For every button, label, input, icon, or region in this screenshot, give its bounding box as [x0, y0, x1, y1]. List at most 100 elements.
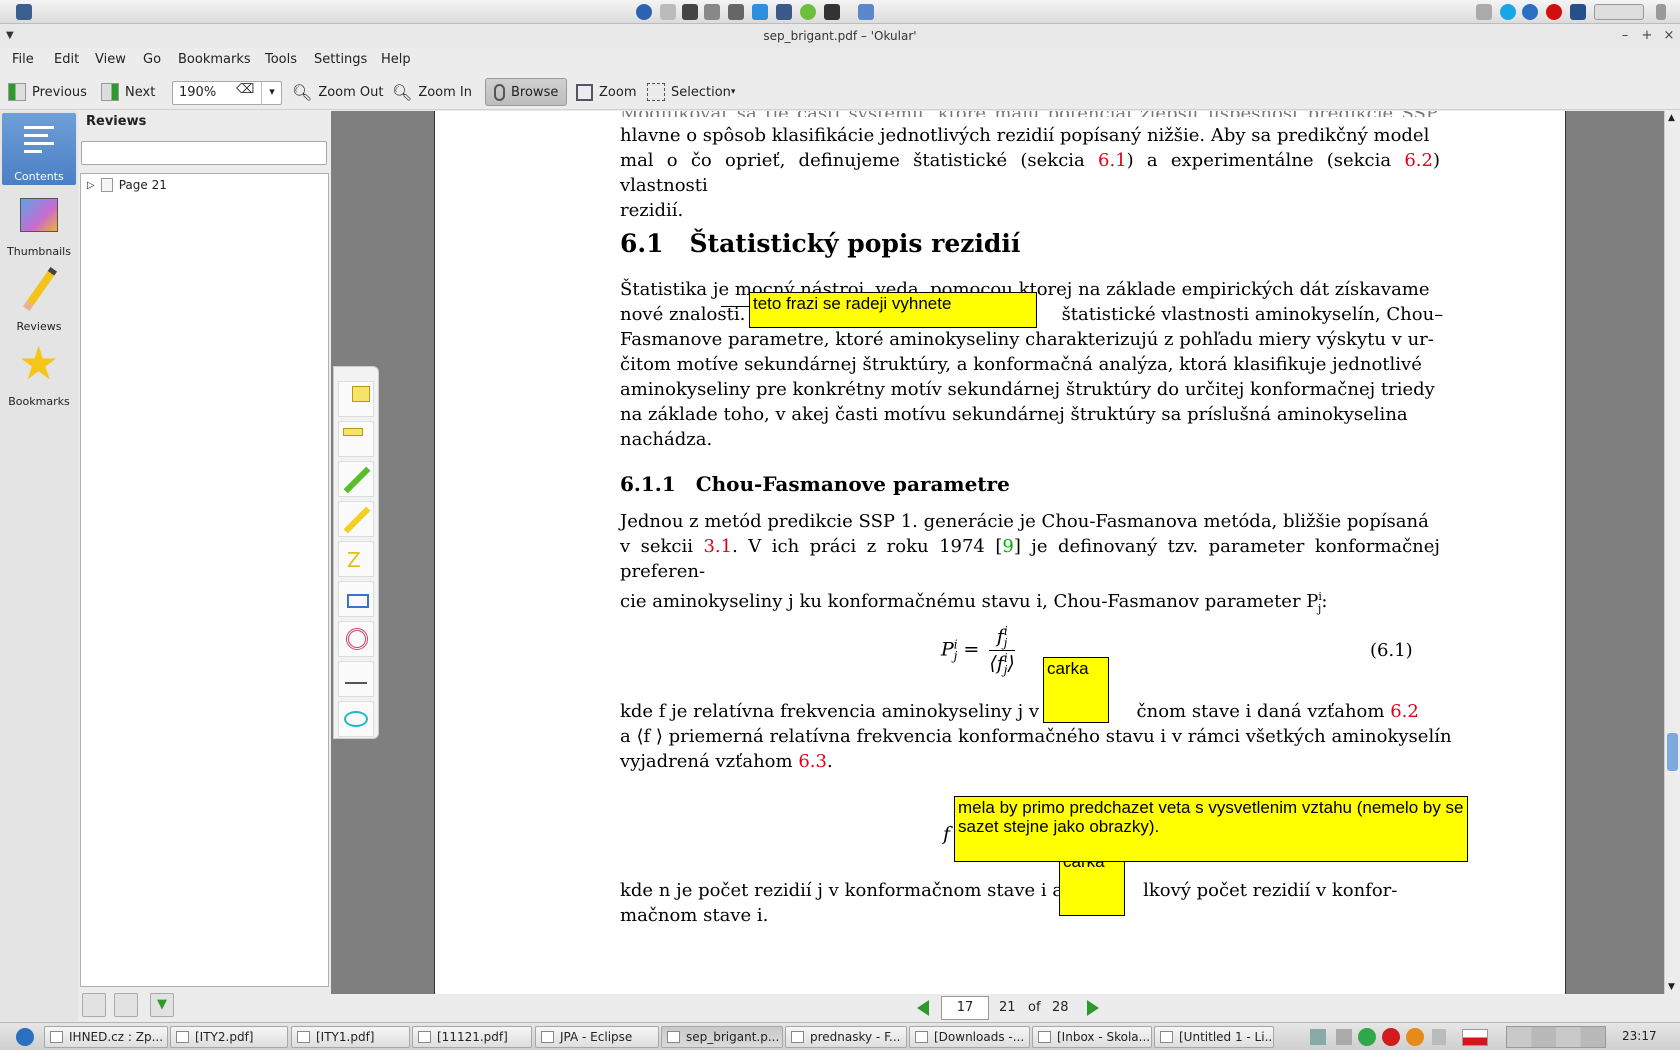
polygon-tool[interactable]	[338, 581, 374, 617]
window-menu-icon[interactable]: ▼	[6, 24, 14, 48]
previous-page-arrow-icon[interactable]	[917, 1000, 929, 1016]
quicklaunch-icon[interactable]	[704, 4, 720, 20]
text-line: aminokyseliny pre konkrétny motív sekund…	[620, 379, 1435, 400]
window-titlebar: ▼ sep_brigant.pdf – 'Okular' – + ×	[0, 24, 1680, 48]
green-pen-tool[interactable]	[338, 461, 374, 497]
zoom-tool-button[interactable]: Zoom	[572, 78, 640, 106]
underline-tool[interactable]	[338, 661, 374, 697]
sidebar-tab-reviews[interactable]: Reviews	[2, 263, 76, 335]
pop-up-note-tool[interactable]	[338, 381, 374, 417]
inline-note-tool[interactable]	[338, 421, 374, 457]
check-icon[interactable]	[1358, 1028, 1376, 1046]
czech-flag-icon[interactable]	[1462, 1029, 1488, 1046]
scroll-up-arrow[interactable]: ▲	[1668, 113, 1675, 123]
menu-file[interactable]: File	[12, 52, 34, 67]
taskbar-item[interactable]: [ITY2.pdf]	[170, 1026, 288, 1048]
green-pencil-icon	[343, 466, 371, 494]
start-menu-icon[interactable]	[16, 1028, 34, 1046]
quicklaunch-icon[interactable]	[800, 4, 816, 20]
selection-tool-button[interactable]: Selection ▾	[643, 78, 739, 106]
menu-settings[interactable]: Settings	[314, 52, 367, 67]
tray-icon[interactable]	[1656, 4, 1666, 20]
pdf-page: Modifikovať sa tie časti systému, ktoré …	[434, 111, 1566, 994]
tray-icon[interactable]	[1336, 1029, 1352, 1045]
tray-icon[interactable]	[1310, 1029, 1326, 1045]
scrollbar-thumb[interactable]	[1667, 733, 1678, 771]
taskbar-item[interactable]: [Untitled 1 - Li...	[1154, 1026, 1274, 1048]
taskbar-item-active[interactable]: sep_brigant.p...	[661, 1026, 783, 1048]
highlighter-tool[interactable]	[338, 501, 374, 537]
alert-icon[interactable]	[1382, 1028, 1400, 1046]
stamp-tool[interactable]	[338, 621, 374, 657]
sidebar-tab-thumbnails[interactable]: Thumbnails	[2, 188, 76, 260]
tree-item-page[interactable]: ▷ Page 21	[87, 178, 167, 192]
menu-go[interactable]: Go	[143, 52, 161, 67]
section-link[interactable]: 6.1	[1098, 150, 1127, 171]
menu-help[interactable]: Help	[381, 52, 411, 67]
tray-icon[interactable]	[1432, 1029, 1446, 1045]
annotation-note[interactable]: carka	[1043, 657, 1109, 723]
taskbar-item[interactable]: IHNED.cz : Zp...	[44, 1026, 168, 1048]
group-by-author-button[interactable]	[114, 993, 138, 1017]
taskbar-item[interactable]: [11121.pdf]	[412, 1026, 532, 1048]
annotation-note[interactable]: teto frazi se radeji vyhnete	[749, 292, 1037, 328]
previous-button[interactable]: Previous	[4, 78, 91, 106]
total-pages: 28	[1052, 1000, 1069, 1015]
quicklaunch-icon[interactable]	[728, 4, 744, 20]
zoom-in-button[interactable]: 🔍︎ Zoom In	[388, 78, 476, 106]
citation-link[interactable]: 9	[1002, 536, 1013, 557]
next-button[interactable]: Next	[97, 78, 159, 106]
taskbar-item[interactable]: [ITY1.pdf]	[291, 1026, 410, 1048]
straight-line-tool[interactable]: Z	[338, 541, 374, 577]
ellipse-tool[interactable]	[338, 701, 374, 737]
annotation-note[interactable]: mela by primo predchazet veta s vysvetle…	[954, 796, 1468, 862]
zoom-out-button[interactable]: 🔍︎ Zoom Out	[288, 78, 388, 106]
sidebar-tab-contents[interactable]: Contents	[2, 113, 76, 185]
reviews-filter-bar: ▼	[82, 993, 174, 1019]
vertical-scrollbar[interactable]: ▲ ▼	[1664, 111, 1680, 994]
maximize-button[interactable]: +	[1636, 24, 1658, 48]
menu-edit[interactable]: Edit	[54, 52, 79, 67]
browse-tool-button[interactable]: Browse	[485, 78, 568, 106]
next-page-arrow-icon[interactable]	[1087, 1000, 1099, 1016]
quicklaunch-icon[interactable]	[660, 4, 676, 20]
minimize-button[interactable]: –	[1614, 24, 1636, 48]
menu-view[interactable]: View	[95, 52, 126, 67]
skype-icon[interactable]	[1500, 4, 1516, 20]
expand-arrow-icon[interactable]: ▷	[87, 180, 95, 191]
tray-icon[interactable]	[1570, 4, 1586, 20]
section-link[interactable]: 6.2	[1404, 150, 1433, 171]
taskbar-item[interactable]: [Inbox - Skola...	[1032, 1026, 1152, 1048]
clear-icon[interactable]: ⌫	[236, 82, 254, 97]
group-by-page-button[interactable]	[82, 993, 106, 1017]
document-view[interactable]: Modifikovať sa tie časti systému, ktoré …	[331, 111, 1664, 994]
quicklaunch-icon[interactable]	[776, 4, 792, 20]
quicklaunch-icon[interactable]	[858, 4, 874, 20]
quicklaunch-icon[interactable]	[682, 4, 698, 20]
quicklaunch-icon[interactable]	[752, 4, 768, 20]
section-link[interactable]: 3.1	[703, 536, 732, 557]
quicklaunch-icon[interactable]	[636, 4, 652, 20]
menu-bookmarks[interactable]: Bookmarks	[178, 52, 251, 67]
app-menu-icon[interactable]	[16, 4, 32, 20]
reviews-search-input[interactable]	[81, 141, 327, 165]
section-link[interactable]: 6.2	[1390, 701, 1419, 722]
sidebar-tab-bookmarks[interactable]: ★ Bookmarks	[2, 338, 76, 410]
tray-icon[interactable]	[1476, 4, 1492, 20]
taskbar-item[interactable]: [Downloads -...	[909, 1026, 1030, 1048]
pager-icon[interactable]	[1506, 1026, 1606, 1048]
quicklaunch-icon[interactable]	[824, 4, 840, 20]
page-number-input[interactable]: 17	[941, 996, 989, 1020]
taskbar-item[interactable]: JPA - Eclipse	[535, 1026, 659, 1048]
pager-icon[interactable]	[1594, 4, 1644, 20]
filter-menu-button[interactable]: ▼	[150, 993, 174, 1017]
menu-tools[interactable]: Tools	[265, 52, 297, 67]
scroll-down-arrow[interactable]: ▼	[1668, 982, 1675, 992]
section-link[interactable]: 6.3	[798, 751, 827, 772]
opera-icon[interactable]	[1546, 4, 1562, 20]
close-button[interactable]: ×	[1658, 24, 1680, 48]
chevron-down-icon[interactable]: ▾	[261, 81, 282, 105]
tray-icon[interactable]	[1522, 4, 1538, 20]
alert-icon[interactable]	[1406, 1028, 1424, 1046]
taskbar-item[interactable]: prednasky - F...	[785, 1026, 907, 1048]
